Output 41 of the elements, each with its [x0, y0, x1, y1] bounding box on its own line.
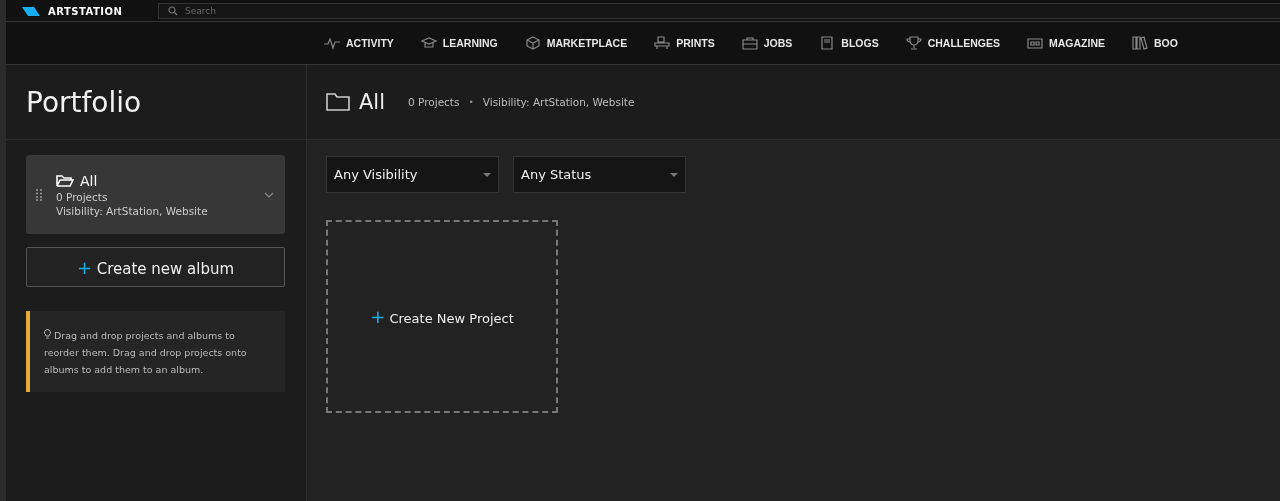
album-count: 0 Projects: [56, 190, 109, 203]
album-visibility: Visibility: ArtStation, Website: [56, 204, 209, 217]
search-field[interactable]: Search: [158, 3, 1280, 19]
create-album-button[interactable]: + Create new album: [26, 247, 285, 287]
nav-link[interactable]: CHALLENGES: [905, 36, 1000, 50]
logo-text: ARTSTATION: [48, 5, 123, 17]
magazine-icon: [1027, 36, 1043, 50]
book-icon: [819, 36, 836, 50]
chevron-down-icon[interactable]: [264, 191, 274, 198]
tip-note: Drag and drop projects and albums to reorder them. Drag and drop projects onto albums to add them to an album.: [26, 311, 285, 392]
create-project-button[interactable]: + Create New Project: [326, 220, 558, 413]
frames-icon: [654, 36, 671, 50]
briefcase-icon: [741, 36, 758, 50]
separator-dot: •: [468, 97, 474, 107]
trophy-icon: [905, 36, 922, 50]
nav-link[interactable]: JOBS: [741, 36, 793, 50]
nav-link[interactable]: MARKETPLACE: [524, 36, 628, 50]
nav-link[interactable]: MAGAZINE: [1027, 36, 1105, 50]
folder-icon: [56, 173, 74, 188]
drag-handle-icon: [36, 188, 42, 201]
nav-link[interactable]: ACTIVITY: [324, 36, 394, 50]
page-title: Portfolio: [26, 85, 142, 119]
album-title: All: [359, 90, 386, 114]
dropdown-caret-icon: [483, 172, 491, 177]
pulse-icon: [324, 36, 340, 50]
visibility-text: Visibility: ArtStation, Website: [482, 96, 635, 108]
dropdown-caret-icon: [670, 172, 678, 177]
nav-link[interactable]: BOO: [1132, 36, 1178, 50]
nav-link[interactable]: LEARNING: [420, 36, 498, 50]
books-icon: [1132, 36, 1148, 50]
folder-icon: [326, 93, 350, 111]
filter-dropdown[interactable]: Any Status: [513, 156, 686, 193]
album-item[interactable]: All 0 Projects Visibility: ArtStation, Website: [26, 155, 285, 234]
nav-link[interactable]: BLOGS: [819, 36, 879, 50]
album-name: All: [80, 172, 98, 189]
nav-link[interactable]: PRINTS: [654, 36, 715, 50]
filter-dropdown[interactable]: Any Visibility: [326, 156, 499, 193]
project-count: 0 Projects: [408, 96, 460, 108]
graduation-cap-icon: [420, 36, 437, 50]
lightbulb-icon: [44, 329, 51, 339]
cube-icon: [524, 36, 541, 50]
